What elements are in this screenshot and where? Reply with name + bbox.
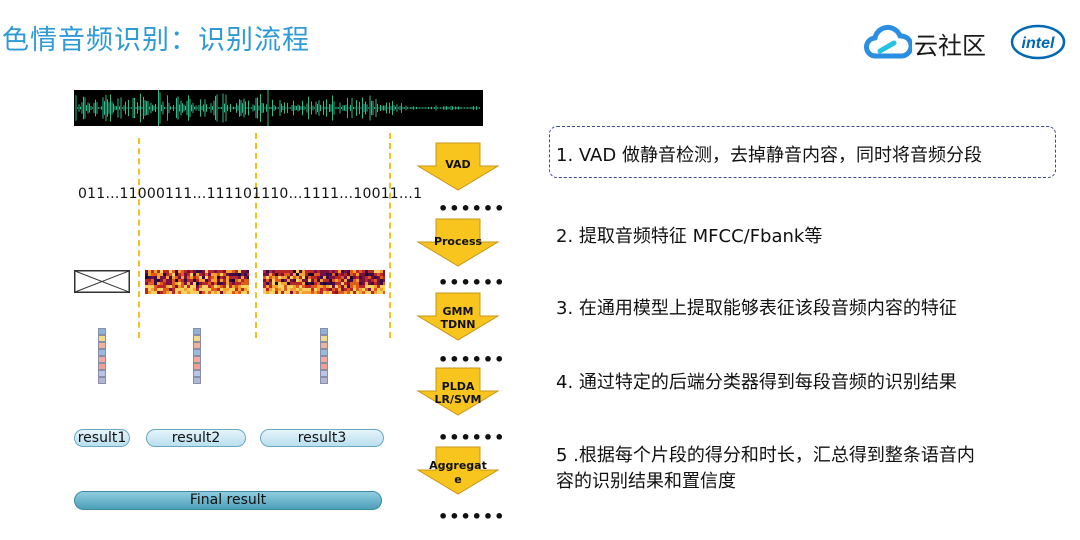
segment-divider	[138, 138, 140, 338]
feature-vector-3	[320, 328, 328, 384]
arrow-label-gmm: GMM	[442, 305, 474, 318]
feature-vector-2	[193, 328, 201, 384]
ellipsis-dots: ••••••	[438, 199, 506, 218]
ellipsis-dots: ••••••	[438, 507, 506, 526]
arrow-vad: VAD	[416, 142, 500, 192]
arrow-label-vad: VAD	[445, 158, 471, 171]
feature-vector-1	[98, 328, 106, 384]
result-pill-3: result3	[260, 429, 384, 447]
arrow-aggregate: Aggregat e	[416, 446, 500, 496]
segment-divider	[255, 133, 257, 338]
final-result-bar: Final result	[74, 491, 382, 510]
result-pill-2: result2	[146, 429, 246, 447]
arrow-label-lrsvm: LR/SVM	[434, 393, 482, 406]
arrow-label-aggregat-e: e	[454, 473, 462, 486]
step-2-text: 2. 提取音频特征 MFCC/Fbank等	[556, 226, 823, 247]
result-pill-1: result1	[74, 429, 130, 447]
step-5-text-line2: 容的识别结果和置信度	[556, 471, 736, 492]
step-3-text: 3. 在通用模型上提取能够表征该段音频内容的特征	[556, 298, 957, 319]
arrow-process: Process	[416, 218, 500, 268]
arrow-label-aggregat: Aggregat	[429, 459, 487, 472]
arrow-plda-lrsvm: PLDA LR/SVM	[416, 367, 500, 417]
empty-segment-box	[74, 270, 130, 293]
page-title: 色情音频识别：识别流程	[2, 25, 310, 56]
arrow-label-process: Process	[433, 235, 483, 248]
step-1-text: 1. VAD 做静音检测，去掉静音内容，同时将音频分段	[556, 145, 982, 166]
audio-waveform	[74, 90, 483, 126]
arrow-label-tdnn: TDNN	[440, 318, 476, 331]
vad-binary-sequence: 011…11000111…111101110…1111…10011…1	[78, 186, 423, 202]
ellipsis-dots: ••••••	[438, 428, 506, 447]
cloud-community-logo-text: 云社区	[914, 32, 986, 60]
intel-logo-text: intel	[1022, 35, 1055, 52]
cloud-logo-icon	[864, 24, 912, 59]
intel-logo-icon: intel	[1010, 24, 1066, 60]
spectrogram-segment-2	[145, 270, 249, 294]
step-4-text: 4. 通过特定的后端分类器得到每段音频的识别结果	[556, 372, 957, 393]
spectrogram-segment-3	[263, 270, 385, 294]
step-5-text-line1: 5 .根据每个片段的得分和时长，汇总得到整条语音内	[556, 445, 975, 466]
arrow-label-plda: PLDA	[441, 380, 475, 393]
ellipsis-dots: ••••••	[438, 350, 506, 369]
arrow-gmm-tdnn: GMM TDNN	[416, 292, 500, 342]
segment-divider	[389, 133, 391, 338]
ellipsis-dots: ••••••	[438, 273, 506, 292]
